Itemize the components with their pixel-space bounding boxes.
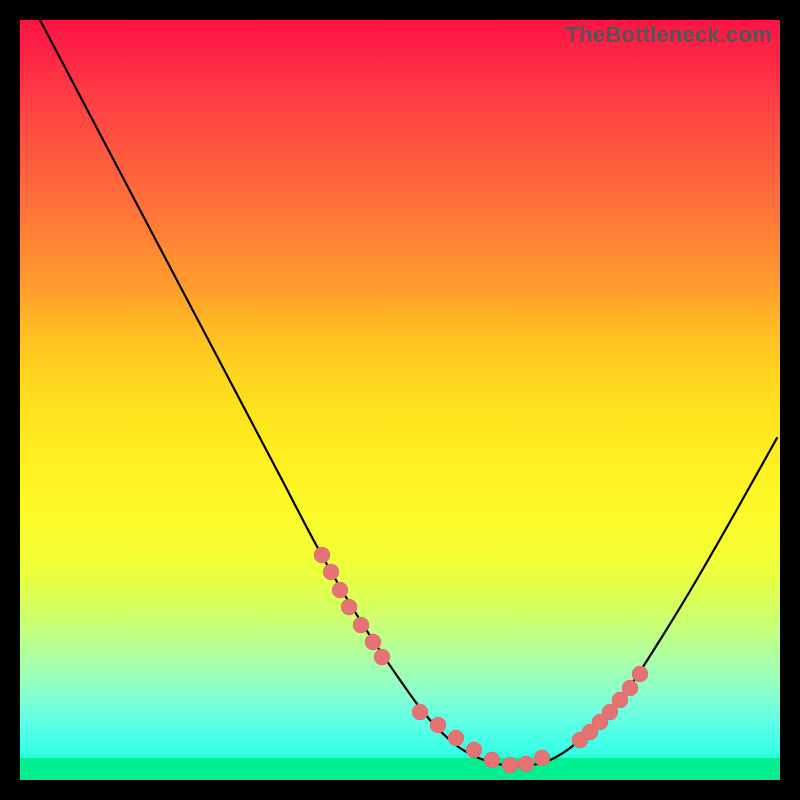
marker-dot — [323, 564, 339, 580]
marker-dot — [341, 599, 357, 615]
marker-dot — [632, 666, 648, 682]
marker-dot — [466, 742, 482, 758]
marker-dot — [353, 617, 369, 633]
marker-dot — [622, 680, 638, 696]
plot-area: TheBottleneck.com — [20, 20, 780, 780]
marker-dot — [412, 704, 428, 720]
chart-frame: TheBottleneck.com — [0, 0, 800, 800]
marker-dot — [484, 752, 500, 768]
marker-dot — [374, 649, 390, 665]
marker-dot — [430, 717, 446, 733]
curve-layer — [20, 20, 780, 780]
marker-dot — [502, 757, 518, 773]
marker-dot — [534, 750, 550, 766]
marker-dot — [365, 634, 381, 650]
marker-dot — [332, 582, 348, 598]
marker-dot — [518, 756, 534, 772]
marker-dot — [448, 730, 464, 746]
marker-dots — [314, 547, 648, 773]
marker-dot — [314, 547, 330, 563]
bottleneck-curve — [40, 20, 777, 766]
